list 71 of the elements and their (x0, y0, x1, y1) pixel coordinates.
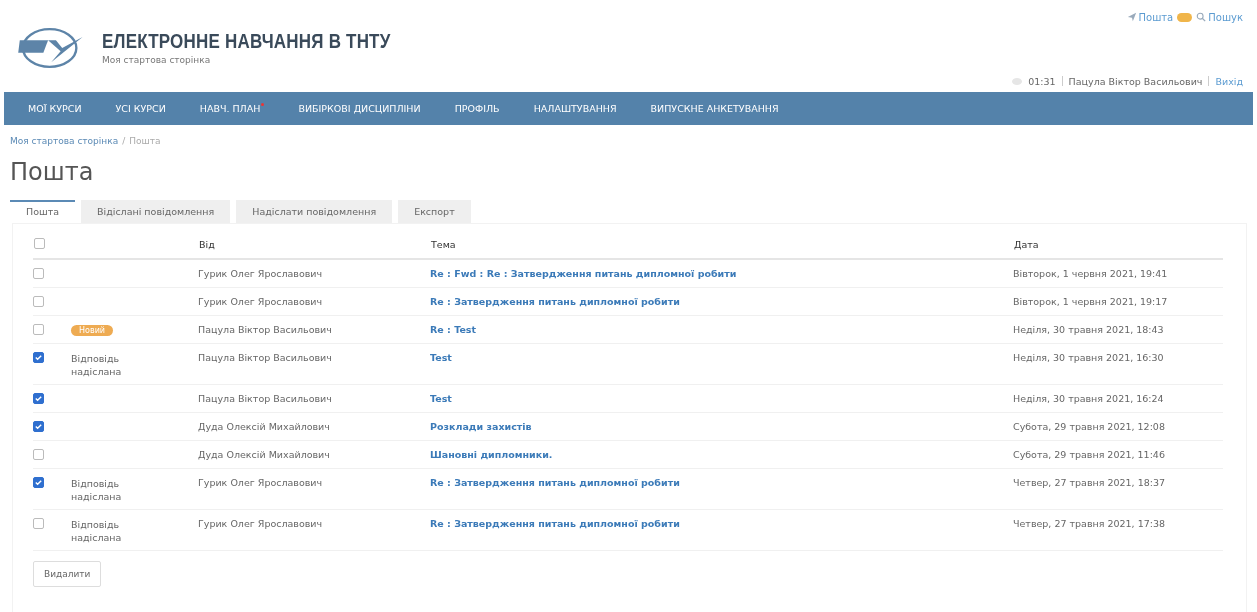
status-text: Відповідь надіслана (71, 518, 123, 544)
subject-link[interactable]: Re : Затвердження питань дипломної робити (430, 477, 680, 488)
tab[interactable]: Експорт (398, 200, 471, 223)
alert-dot (261, 103, 265, 106)
checkbox[interactable] (33, 393, 44, 404)
checkbox[interactable] (33, 296, 44, 307)
sender-name: Дуда Олексій Михайлович (198, 421, 330, 432)
status-text: Відповідь надіслана (71, 352, 123, 378)
breadcrumb-separator: / (122, 136, 126, 146)
checkbox[interactable] (33, 477, 44, 488)
checkbox[interactable] (33, 421, 44, 432)
tab[interactable]: Відіслані повідомлення (81, 200, 231, 223)
breadcrumb-link[interactable]: Моя стартова сторінка (10, 136, 119, 146)
subject-link[interactable]: Re : Затвердження питань дипломної робити (430, 518, 680, 529)
nav-item[interactable]: МОЇ КУРСИ (28, 103, 82, 114)
user-name-link[interactable]: Пацула Віктор Васильович (1068, 75, 1203, 87)
subject-link[interactable]: Test (430, 393, 452, 404)
checkbox[interactable] (33, 352, 44, 363)
new-badge: Новий (71, 325, 114, 336)
sender-name: Дуда Олексій Михайлович (198, 449, 330, 460)
sender-name: Пацула Віктор Васильович (198, 393, 332, 404)
date-text: Субота, 29 травня 2021, 11:46 (1013, 449, 1165, 460)
clock-icon (1012, 77, 1023, 85)
checkbox[interactable] (34, 237, 45, 249)
breadcrumb-current: Пошта (129, 136, 161, 146)
date-text: Вівторок, 1 червня 2021, 19:41 (1013, 268, 1168, 279)
delete-button[interactable]: Видалити (33, 561, 102, 587)
nav-item[interactable]: УСІ КУРСИ (115, 103, 166, 114)
date-text: Неділя, 30 травня 2021, 18:43 (1013, 324, 1164, 335)
sender-name: Пацула Віктор Васильович (198, 352, 332, 363)
subject-link[interactable]: Розклади захистів (430, 421, 532, 432)
column-header: Дата (1013, 230, 1223, 259)
send-icon (1126, 12, 1137, 22)
site-subtitle: Моя стартова сторінка (102, 54, 212, 65)
checkbox[interactable] (33, 324, 44, 335)
nav-item[interactable]: ПРОФІЛЬ (454, 103, 500, 114)
date-text: Четвер, 27 травня 2021, 17:38 (1013, 518, 1166, 529)
status-text: Відповідь надіслана (71, 477, 123, 503)
sender-name: Гурик Олег Ярославович (198, 518, 323, 529)
checkbox[interactable] (33, 518, 44, 529)
sender-name: Пацула Віктор Васильович (198, 324, 332, 335)
nav-item[interactable]: НАЛАШТУВАННЯ (533, 103, 617, 114)
mail-link[interactable]: Пошта (1126, 11, 1174, 23)
nav-item[interactable]: ВИБІРКОВІ ДИСЦИПЛІНИ (298, 103, 421, 114)
sender-name: Гурик Олег Ярославович (198, 477, 323, 488)
subject-link[interactable]: Test (430, 352, 452, 363)
sender-name: Гурик Олег Ярославович (198, 296, 323, 307)
checkbox[interactable] (33, 268, 44, 279)
tab[interactable]: Надіслати повідомлення (236, 200, 393, 223)
site-title: ЕЛЕКТРОННЕ НАВЧАННЯ В ТНТУ (102, 30, 391, 53)
date-text: Неділя, 30 травня 2021, 16:24 (1013, 393, 1164, 404)
column-header: Тема (430, 230, 1013, 259)
subject-link[interactable]: Re : Затвердження питань дипломної робити (430, 296, 680, 307)
date-text: Субота, 29 травня 2021, 12:08 (1013, 421, 1165, 432)
date-text: Четвер, 27 травня 2021, 18:37 (1013, 477, 1166, 488)
search-icon (1196, 12, 1207, 22)
page-title: Пошта (10, 158, 95, 186)
nav-item[interactable]: ВИПУСКНЕ АНКЕТУВАННЯ (650, 103, 779, 114)
session-time: 01:31 (1028, 75, 1056, 87)
search-link[interactable]: Пошук (1196, 11, 1243, 23)
checkbox[interactable] (33, 449, 44, 460)
sender-name: Гурик Олег Ярославович (198, 268, 323, 279)
subject-link[interactable]: Re : Test (430, 324, 477, 335)
subject-link[interactable]: Шановні дипломники. (430, 449, 553, 460)
date-text: Неділя, 30 травня 2021, 16:30 (1013, 352, 1164, 363)
notification-badge (1177, 12, 1193, 22)
date-text: Вівторок, 1 червня 2021, 19:17 (1013, 296, 1168, 307)
subject-link[interactable]: Re : Fwd : Re : Затвердження питань дипломної робити (430, 268, 737, 279)
nav-item[interactable]: НАВЧ. ПЛАН (199, 103, 265, 114)
column-header: Від (198, 230, 430, 259)
logout-link[interactable]: Вихід (1215, 75, 1243, 87)
